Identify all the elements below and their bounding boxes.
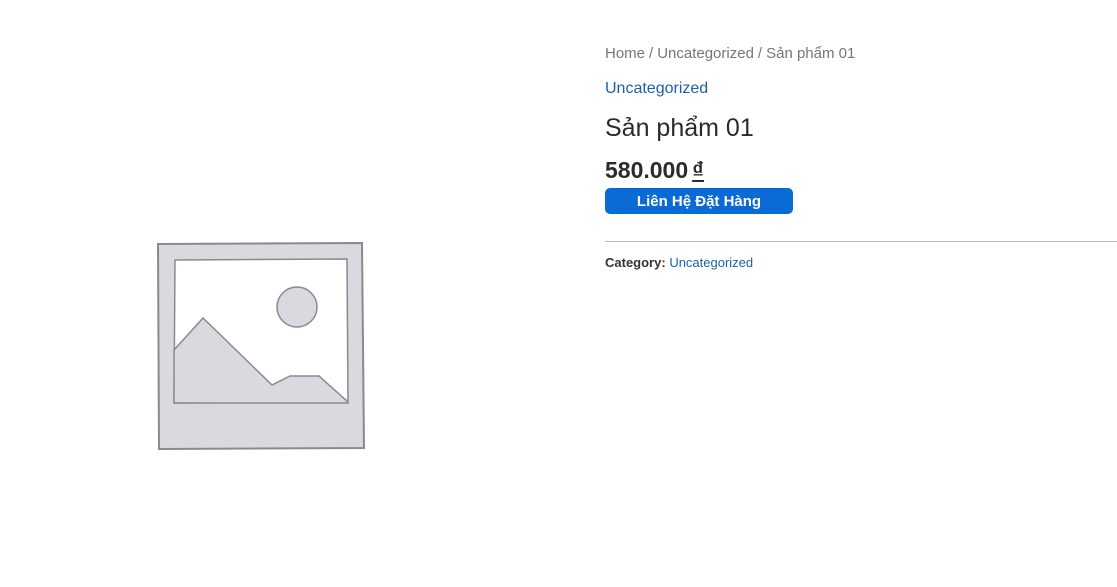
price-amount: 580.000 <box>605 157 689 183</box>
meta-category-link[interactable]: Uncategorized <box>669 255 753 270</box>
breadcrumb-separator: / <box>757 45 763 62</box>
product-page: Home / Uncategorized / Sản phẩm 01 Uncategor… <box>0 0 1117 587</box>
image-placeholder-icon[interactable] <box>154 240 368 454</box>
divider <box>605 241 1117 242</box>
product-title: Sản phẩm 01 <box>605 114 754 142</box>
product-gallery <box>0 0 520 587</box>
price-currency: ₫ <box>692 157 704 183</box>
product-price: 580.000 ₫ <box>605 157 704 184</box>
breadcrumb-current: Sản phẩm 01 <box>766 45 856 62</box>
contact-order-button[interactable]: Liên Hệ Đặt Hàng <box>605 188 793 214</box>
category-label: Category: <box>605 255 666 270</box>
breadcrumb-separator: / <box>649 45 654 62</box>
breadcrumb-home-link[interactable]: Home <box>605 45 645 62</box>
breadcrumb: Home / Uncategorized / Sản phẩm 01 <box>605 45 855 62</box>
product-meta: Category: Uncategorized <box>605 255 753 270</box>
breadcrumb-category-link[interactable]: Uncategorized <box>657 45 754 62</box>
product-category-link[interactable]: Uncategorized <box>605 80 708 98</box>
